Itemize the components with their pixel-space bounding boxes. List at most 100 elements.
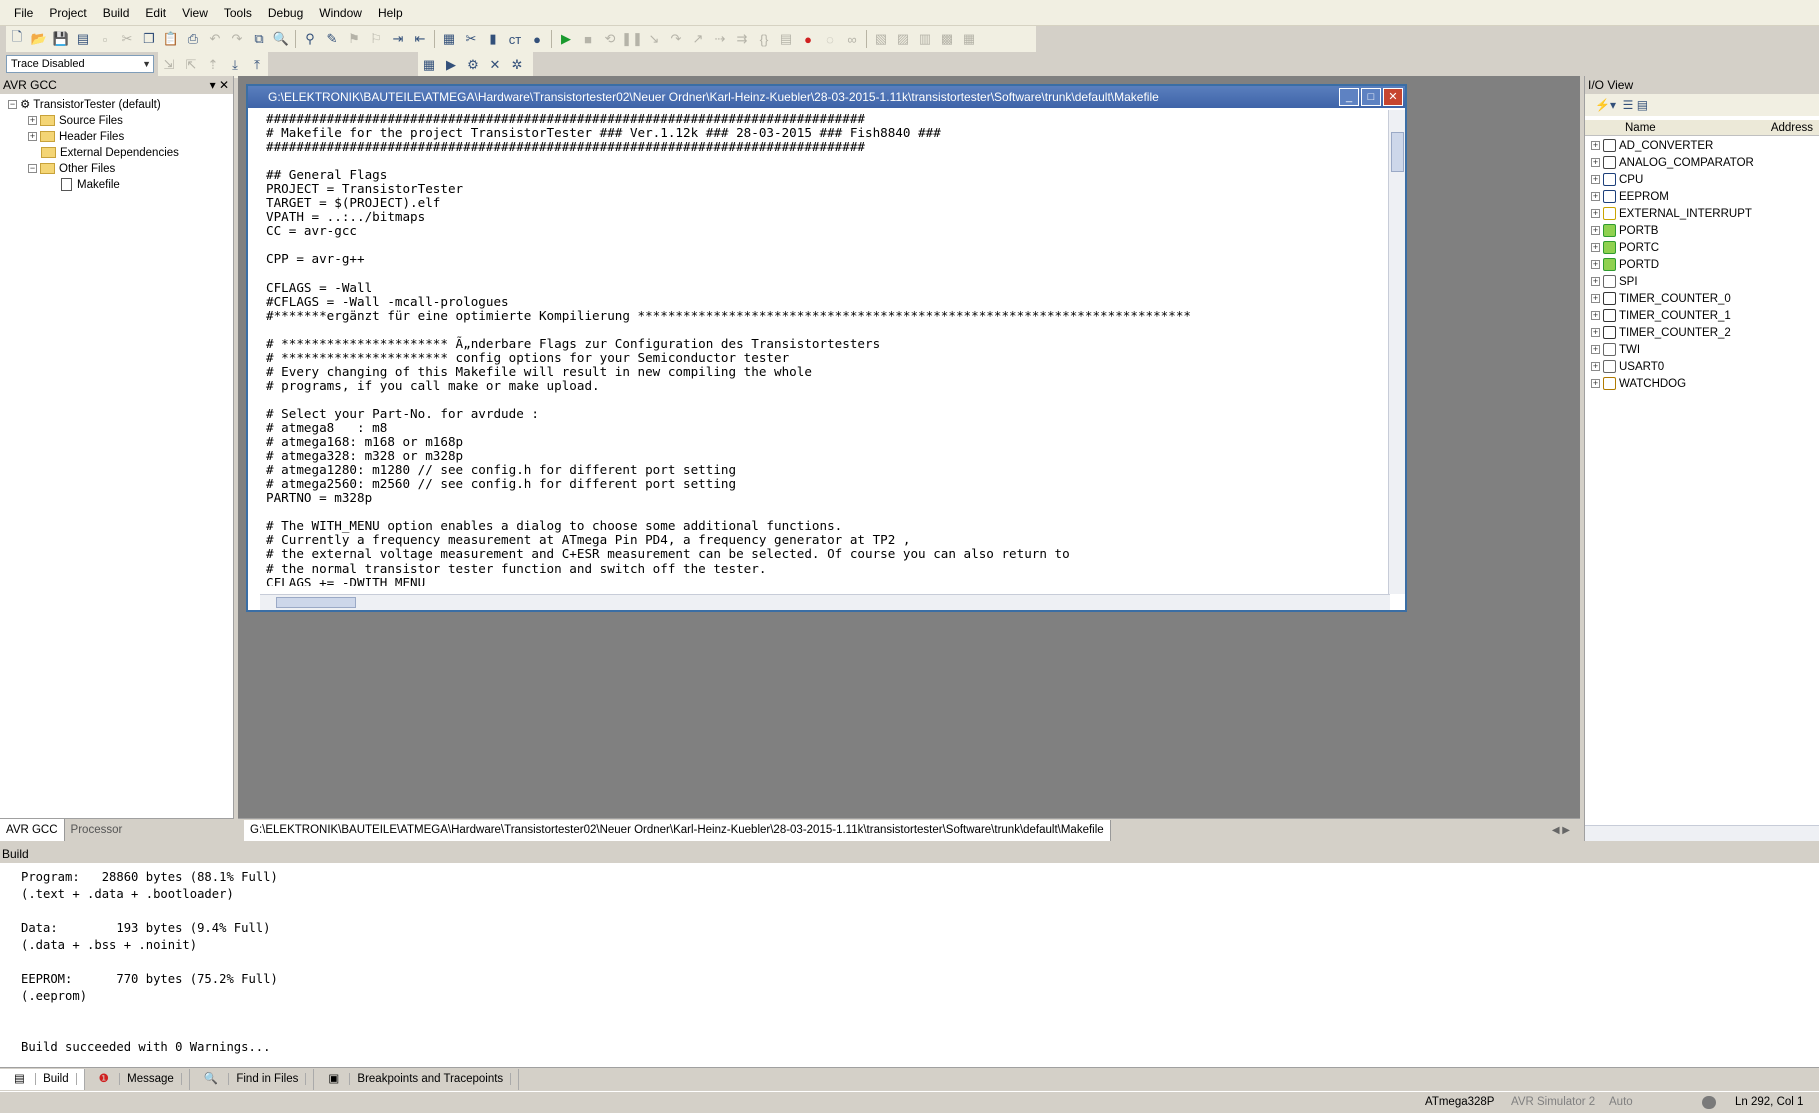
bookmark-icon[interactable]: ⚑ [343,28,365,50]
auto-step-icon[interactable]: ⇉ [731,28,753,50]
cut-icon[interactable]: ✂ [116,28,138,50]
io-item[interactable]: + SPI [1585,274,1819,291]
watch-icon[interactable]: ∞ [841,28,863,50]
io-item[interactable]: + TWI [1585,342,1819,359]
io-horizontal-scrollbar[interactable] [1585,825,1819,841]
io-item[interactable]: + AD_CONVERTER [1585,138,1819,155]
pause-icon[interactable]: ❚❚ [621,28,643,50]
bookmark-next-icon[interactable]: ⚐ [365,28,387,50]
chip-icon[interactable]: ● [526,28,548,50]
run-to-cursor-icon[interactable]: ⇢ [709,28,731,50]
io-item[interactable]: + PORTB [1585,223,1819,240]
breakpoint-icon[interactable]: ● [797,28,819,50]
open-file-icon[interactable]: 📂 [28,28,50,50]
clear-breakpoints-icon[interactable]: ◌ [819,28,841,50]
gear-icon[interactable]: ✲ [506,54,528,76]
expand-icon[interactable]: + [1591,379,1600,389]
tree-item[interactable]: − ⚙ TransistorTester (default) [8,97,233,113]
horizontal-scrollbar[interactable] [260,594,1390,610]
step-into-icon[interactable]: ↘ [643,28,665,50]
step-out-icon[interactable]: ↗ [687,28,709,50]
expand-icon[interactable]: + [1591,362,1600,372]
expand-icon[interactable]: + [1591,175,1600,185]
expand-icon[interactable]: + [1591,311,1600,321]
trace-up-icon[interactable]: ⇡ [202,54,224,76]
expand-icon[interactable]: + [1591,158,1600,168]
settings-icon[interactable]: ⚙ [462,54,484,76]
step-over-icon[interactable]: ↷ [665,28,687,50]
menu-item-help[interactable]: Help [370,0,411,26]
undo-icon[interactable]: ↶ [204,28,226,50]
new-file-icon[interactable]: 🗋 [6,28,28,50]
menu-item-window[interactable]: Window [311,0,370,26]
tab-find-in-files[interactable]: 🔍 Find in Files [190,1068,315,1090]
memory-icon[interactable]: ▧ [870,28,892,50]
save-icon[interactable]: 💾 [50,28,72,50]
trace-clear-icon[interactable]: ⇱ [180,54,202,76]
window-icon[interactable]: ⧉ [248,28,270,50]
tab-scroll-arrows[interactable]: ◀ ▶ [1552,825,1570,836]
redo-icon[interactable]: ↷ [226,28,248,50]
trace-mode-select[interactable]: Trace Disabled ▼ [6,55,154,73]
menu-item-view[interactable]: View [174,0,216,26]
tree-item[interactable]: Makefile [8,177,233,193]
column-name[interactable]: Name [1625,120,1656,136]
connect-icon[interactable]: ᴄᴛ [504,28,526,50]
disassembly-icon[interactable]: ▤ [775,28,797,50]
braces-icon[interactable]: {} [753,28,775,50]
paste-icon[interactable]: 📋 [160,28,182,50]
program-run-icon[interactable]: ▶ [440,54,462,76]
copy-icon[interactable]: ❐ [138,28,160,50]
minimize-button[interactable]: _ [1339,88,1359,106]
collapse-icon[interactable]: − [8,100,17,110]
tree-item[interactable]: External Dependencies [8,145,233,161]
maximize-button[interactable]: □ [1361,88,1381,106]
run-icon[interactable]: ▶ [555,28,577,50]
expand-icon[interactable]: + [28,116,37,126]
expand-icon[interactable]: + [1591,277,1600,287]
outdent-icon[interactable]: ⇤ [409,28,431,50]
reset-icon[interactable]: ⟲ [599,28,621,50]
io-item[interactable]: + PORTD [1585,257,1819,274]
find-icon[interactable]: 🔍 [270,28,292,50]
indent-icon[interactable]: ⇥ [387,28,409,50]
io-item[interactable]: + USART0 [1585,359,1819,376]
mark-icon[interactable]: ✎ [321,28,343,50]
trace-step-icon[interactable]: ⇲ [158,54,180,76]
document-tab-makefile[interactable]: G:\ELEKTRONIK\BAUTEILE\ATMEGA\Hardware\T… [244,819,1111,841]
processor-icon[interactable]: ▥ [914,28,936,50]
binoculars-icon[interactable]: ⚲ [299,28,321,50]
expand-icon[interactable]: + [1591,192,1600,202]
menu-item-file[interactable]: File [6,0,41,26]
filter-icon[interactable]: ⚡▾ [1595,98,1616,112]
print-icon[interactable]: ⎙ [182,28,204,50]
list-view-icon[interactable]: ☰ [1623,98,1634,112]
tree-item[interactable]: + Source Files [8,113,233,129]
trace-icon[interactable]: ▦ [958,28,980,50]
tree-item[interactable]: − Other Files [8,161,233,177]
detail-view-icon[interactable]: ▤ [1637,98,1648,112]
device-icon[interactable]: ▮ [482,28,504,50]
io-item[interactable]: + ANALOG_COMPARATOR [1585,155,1819,172]
io-item[interactable]: + WATCHDOG [1585,376,1819,393]
code-editor[interactable]: ########################################… [266,112,1386,586]
expand-icon[interactable]: + [1591,294,1600,304]
build-icon[interactable]: ▦ [438,28,460,50]
close-doc-icon[interactable]: ▫ [94,28,116,50]
tab-avr-gcc[interactable]: AVR GCC [0,819,65,841]
menu-item-debug[interactable]: Debug [260,0,311,26]
column-address[interactable]: Address [1771,120,1813,136]
cancel-icon[interactable]: ✕ [484,54,506,76]
tab-processor[interactable]: Processor [65,824,129,836]
vertical-scrollbar[interactable] [1388,110,1405,594]
expand-icon[interactable]: + [1591,260,1600,270]
close-window-button[interactable]: ✕ [1383,88,1403,106]
program-icon[interactable]: ▦ [418,54,440,76]
io-item[interactable]: + PORTC [1585,240,1819,257]
expand-icon[interactable]: + [1591,345,1600,355]
menu-item-tools[interactable]: Tools [216,0,260,26]
save-all-icon[interactable]: ▤ [72,28,94,50]
stop-icon[interactable]: ■ [577,28,599,50]
tab-message[interactable]: ❶ Message [85,1068,190,1090]
io-item[interactable]: + TIMER_COUNTER_2 [1585,325,1819,342]
